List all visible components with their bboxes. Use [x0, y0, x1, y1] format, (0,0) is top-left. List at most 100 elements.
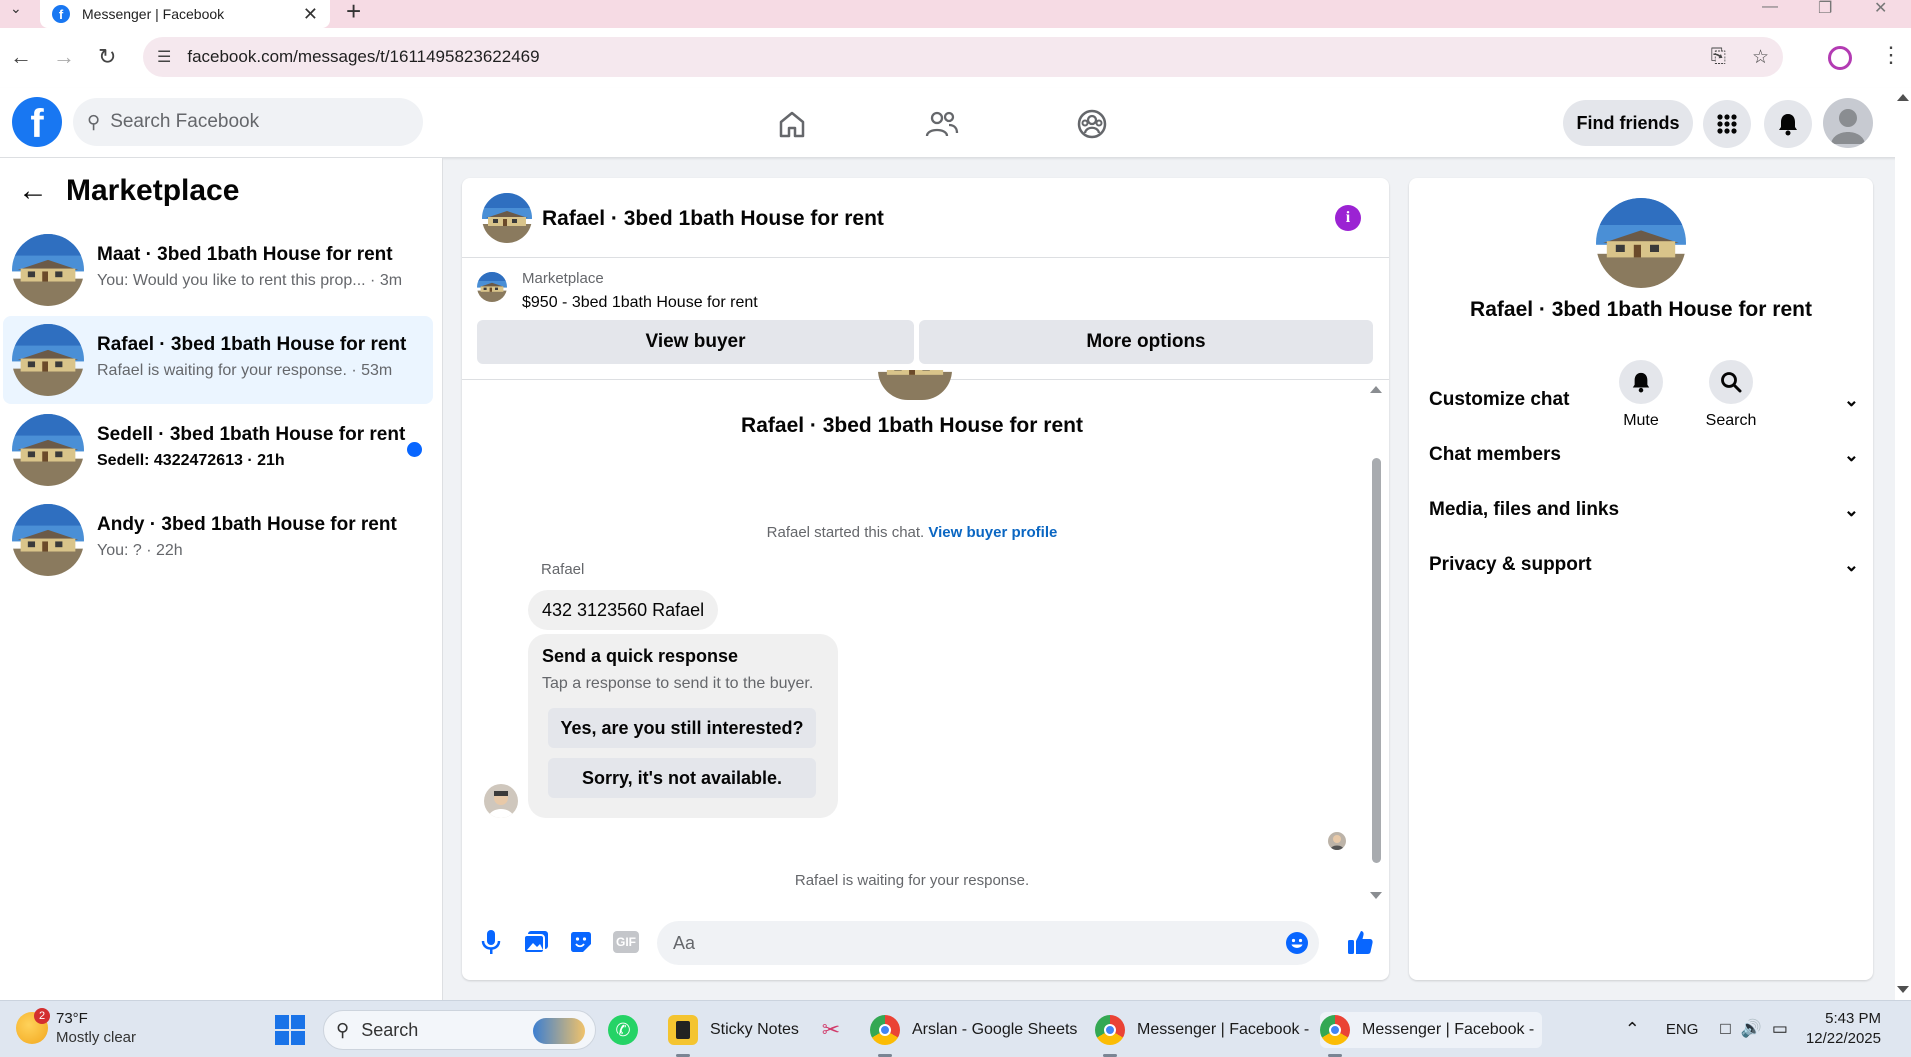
windows-taskbar: 2 73°F Mostly clear ⚲ Search ✆ Sticky No… [0, 1000, 1911, 1057]
conversation-item-andy[interactable]: Andy · 3bed 1bath House for rent You: ? … [3, 496, 433, 584]
message-bubble[interactable]: 432 3123560 Rafael [528, 590, 719, 630]
browser-tab-active[interactable]: f Messenger | Facebook ✕ [40, 0, 330, 28]
taskbar-app-label: Messenger | Facebook - [1137, 1021, 1310, 1038]
chat-started-text: Rafael started this chat. [766, 524, 925, 541]
marketplace-label: Marketplace [522, 270, 604, 287]
minimize-icon[interactable]: — [1762, 0, 1778, 16]
unread-dot [407, 442, 422, 457]
back-arrow-icon[interactable]: ← [18, 176, 48, 206]
browser-profile-icon[interactable] [1828, 46, 1852, 70]
restore-icon[interactable]: ❐ [1818, 0, 1832, 18]
conversation-item-maat[interactable]: Maat · 3bed 1bath House for rent You: Wo… [3, 226, 433, 314]
taskbar-app-label: Arslan - Google Sheets [912, 1021, 1078, 1038]
window-close-icon[interactable]: ✕ [1874, 0, 1887, 18]
facebook-search-input[interactable] [110, 111, 391, 133]
chrome-icon [870, 1015, 900, 1045]
tab-title: Messenger | Facebook [82, 6, 225, 22]
microphone-icon[interactable] [477, 927, 505, 957]
site-info-icon[interactable]: ☰ [157, 47, 171, 67]
photo-icon[interactable] [522, 927, 550, 957]
install-app-icon[interactable]: ⎘ [1711, 46, 1726, 69]
reload-icon[interactable]: ↻ [98, 44, 116, 70]
chat-title[interactable]: Rafael · 3bed 1bath House for rent [542, 207, 884, 231]
address-bar[interactable]: ☰ facebook.com/messages/t/16114958236224… [143, 37, 1783, 77]
chat-header: Rafael · 3bed 1bath House for rent i [462, 178, 1389, 258]
message-sender-name: Rafael [541, 561, 585, 578]
close-tab-icon[interactable]: ✕ [303, 4, 318, 25]
gif-icon[interactable]: GIF [612, 927, 640, 957]
taskbar-search[interactable]: ⚲ Search [323, 1010, 596, 1050]
find-friends-button[interactable]: Find friends [1563, 100, 1693, 146]
more-options-button[interactable]: More options [919, 320, 1373, 364]
chrome-messenger-taskbar-app-2[interactable]: Messenger | Facebook - [1320, 1012, 1543, 1057]
network-icon[interactable]: □ [1720, 1019, 1730, 1039]
groups-nav-icon[interactable] [1062, 102, 1122, 146]
language-indicator[interactable]: ENG [1666, 1021, 1699, 1038]
sticky-notes-icon [668, 1015, 698, 1045]
back-icon[interactable]: ← [10, 44, 32, 70]
system-tray: ⌃ ENG □ 🔊 ▭ 5:43 PM 12/22/2025 [1625, 1009, 1881, 1049]
chrome-messenger-taskbar-app-1[interactable]: Messenger | Facebook - [1095, 1012, 1310, 1057]
facebook-search[interactable]: ⚲ [73, 98, 423, 146]
quick-response-subtitle: Tap a response to send it to the buyer. [542, 675, 814, 692]
chrome-icon [1095, 1015, 1125, 1045]
scrollbar-thumb[interactable] [1372, 458, 1381, 863]
conversation-name-heading: Rafael · 3bed 1bath House for rent [741, 414, 1083, 437]
view-buyer-button[interactable]: View buyer [477, 320, 914, 364]
chat-avatar[interactable] [482, 193, 532, 243]
volume-icon[interactable]: 🔊 [1741, 1019, 1762, 1039]
message-input[interactable] [673, 932, 1253, 954]
menu-grid-icon[interactable] [1703, 100, 1751, 148]
friends-nav-icon[interactable] [912, 102, 972, 146]
customize-chat-section[interactable]: Customize chat ⌄ [1429, 380, 1859, 420]
windows-start-icon[interactable] [275, 1015, 305, 1045]
tab-search-chevron-icon[interactable]: ⌄ [10, 0, 22, 17]
quick-reply-still-interested-button[interactable]: Yes, are you still interested? [548, 708, 816, 748]
quick-reply-not-available-button[interactable]: Sorry, it's not available. [548, 758, 816, 798]
chat-members-section[interactable]: Chat members ⌄ [1429, 435, 1859, 475]
chat-profile-image[interactable] [1596, 198, 1686, 288]
whatsapp-taskbar-icon[interactable]: ✆ [608, 1012, 638, 1048]
account-avatar[interactable] [1823, 98, 1873, 148]
bookmark-star-icon[interactable]: ☆ [1752, 46, 1769, 69]
chat-scrollbar[interactable] [1368, 380, 1384, 905]
page-scrollbar[interactable] [1895, 88, 1911, 1000]
home-nav-icon[interactable] [762, 102, 822, 146]
privacy-support-section[interactable]: Privacy & support ⌄ [1429, 545, 1859, 585]
message-thread[interactable]: Rafael · 3bed 1bath House for rent Rafae… [462, 380, 1389, 905]
forward-icon[interactable]: → [53, 44, 75, 70]
conversation-name: Sedell · 3bed 1bath House for rent [97, 424, 406, 445]
page-scroll-down-icon[interactable] [1897, 986, 1909, 993]
scroll-up-icon[interactable] [1370, 386, 1382, 393]
view-buyer-profile-link[interactable]: View buyer profile [928, 524, 1057, 541]
listing-title[interactable]: $950 - 3bed 1bath House for rent [522, 294, 758, 312]
chevron-down-icon: ⌄ [1843, 499, 1859, 520]
weather-badge: 2 [34, 1008, 50, 1024]
conversation-item-sedell[interactable]: Sedell · 3bed 1bath House for rent Sedel… [3, 406, 433, 494]
new-tab-icon[interactable]: + [346, 0, 361, 27]
conversation-info-icon[interactable]: i [1335, 205, 1361, 231]
message-input-box[interactable] [657, 921, 1319, 965]
search-icon: ⚲ [87, 111, 101, 132]
tray-overflow-chevron-icon[interactable]: ⌃ [1625, 1019, 1640, 1040]
browser-toolbar: ← → ↻ ☰ facebook.com/messages/t/16114958… [0, 28, 1911, 88]
sticky-notes-taskbar-app[interactable]: Sticky Notes [668, 1012, 799, 1057]
listing-thumbnail [477, 272, 507, 302]
browser-menu-icon[interactable]: ⋮ [1880, 42, 1902, 68]
snipping-tool-taskbar-icon[interactable]: ✂ [816, 1012, 846, 1048]
search-icon: ⚲ [336, 1019, 350, 1040]
battery-icon[interactable]: ▭ [1772, 1019, 1788, 1039]
page-scroll-up-icon[interactable] [1897, 94, 1909, 101]
sticker-icon[interactable] [567, 927, 595, 957]
scroll-down-icon[interactable] [1370, 892, 1382, 899]
conversation-item-rafael[interactable]: Rafael · 3bed 1bath House for rent Rafae… [3, 316, 433, 404]
emoji-icon[interactable] [1285, 931, 1309, 960]
system-clock[interactable]: 5:43 PM 12/22/2025 [1806, 1009, 1881, 1049]
weather-widget[interactable]: 2 73°F Mostly clear [16, 1008, 136, 1047]
thumbs-up-icon[interactable] [1346, 927, 1374, 957]
sender-avatar[interactable] [484, 784, 518, 818]
chrome-sheets-taskbar-app[interactable]: Arslan - Google Sheets [870, 1012, 1078, 1057]
notifications-bell-icon[interactable] [1764, 100, 1812, 148]
facebook-logo-icon[interactable]: f [12, 97, 62, 147]
media-files-links-section[interactable]: Media, files and links ⌄ [1429, 490, 1859, 530]
